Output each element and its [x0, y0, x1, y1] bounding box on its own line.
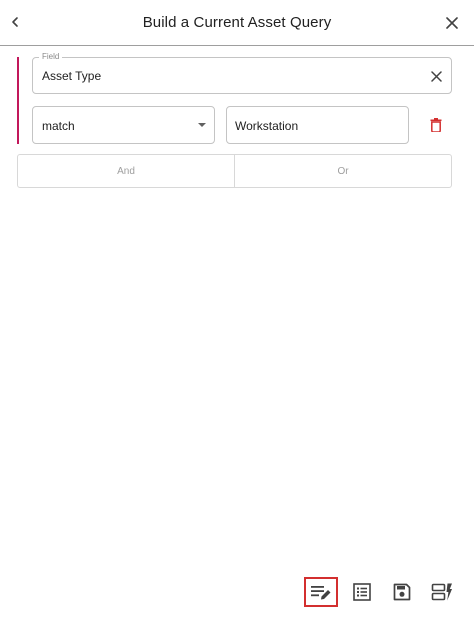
and-button[interactable]: And [18, 155, 234, 187]
dialog-title: Build a Current Asset Query [142, 14, 332, 31]
delete-condition-button[interactable] [427, 116, 445, 134]
close-button[interactable] [442, 13, 462, 33]
condition-group-indicator [17, 57, 19, 144]
save-icon [393, 583, 411, 601]
save-button[interactable] [385, 577, 419, 607]
operator-select[interactable]: match [32, 106, 215, 144]
operator-value: match [42, 119, 75, 133]
edit-query-icon [311, 586, 331, 600]
trash-icon [430, 118, 442, 132]
list-button[interactable] [345, 577, 379, 607]
list-icon [353, 583, 371, 601]
or-button[interactable]: Or [234, 155, 451, 187]
field-value: Asset Type [42, 69, 102, 83]
run-query-button[interactable] [425, 577, 459, 607]
field-legend: Field [39, 51, 63, 63]
field-clear-button[interactable] [428, 68, 444, 84]
close-icon [446, 17, 458, 29]
logic-operator-group: And Or [17, 154, 452, 188]
value-input[interactable] [235, 116, 395, 136]
dropdown-arrow-icon [198, 123, 206, 127]
value-field[interactable] [226, 106, 409, 144]
field-selector[interactable]: Field Asset Type [32, 51, 452, 94]
dialog-header: Build a Current Asset Query [0, 0, 474, 46]
run-query-icon [431, 583, 452, 601]
edit-query-button[interactable] [304, 577, 338, 607]
close-icon [430, 70, 442, 82]
